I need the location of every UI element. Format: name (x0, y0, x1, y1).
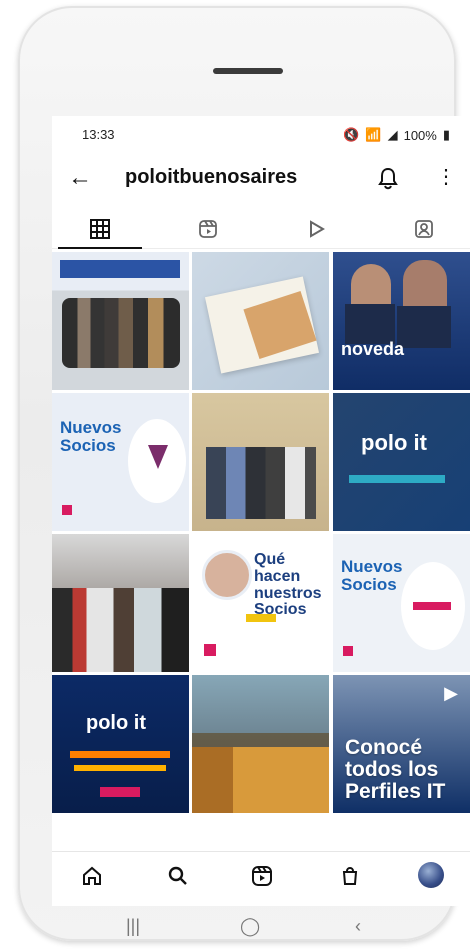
post-tile[interactable] (192, 393, 329, 531)
profile-tabs (52, 212, 470, 249)
post-tile[interactable] (52, 252, 189, 390)
profile-username: poloitbuenosaires (125, 166, 298, 188)
profile-avatar[interactable] (418, 862, 444, 888)
post-tile[interactable]: polo it (333, 393, 470, 531)
bottom-navigation (52, 851, 470, 906)
post-tile[interactable]: Nuevos Socios (333, 534, 470, 672)
tab-tagged[interactable] (404, 214, 444, 244)
tab-video[interactable] (296, 214, 336, 244)
shop-icon[interactable] (338, 864, 362, 893)
post-tile[interactable]: Conocé todos los Perfiles IT ▶ (333, 675, 470, 813)
post-tile[interactable]: Nuevos Socios (52, 393, 189, 531)
profile-header: ← poloitbuenosaires ⋮ (52, 156, 470, 200)
post-caption: Conocé todos los Perfiles IT (345, 736, 446, 804)
battery-icon: ▮ (442, 127, 450, 142)
post-caption: Nuevos Socios (60, 418, 122, 455)
home-button-icon[interactable]: ◯ (240, 916, 260, 937)
video-play-icon: ▶ (444, 683, 458, 703)
wifi-icon: 📶 (365, 127, 382, 142)
back-arrow-icon[interactable]: ← (68, 164, 92, 192)
instagram-screen: 13:33 🔇 📶 ◢ 100% ▮ ← poloitbuenosaires ⋮ (52, 116, 470, 906)
tab-reels[interactable] (188, 214, 228, 244)
post-caption: Qué hacen nuestros Socios (254, 551, 322, 619)
recent-apps-icon[interactable]: ||| (126, 916, 140, 937)
more-options-icon[interactable]: ⋮ (436, 164, 456, 189)
search-icon[interactable] (166, 864, 190, 893)
notification-bell-icon[interactable] (377, 166, 399, 195)
phone-speaker (213, 68, 283, 74)
signal-icon: ◢ (387, 127, 398, 142)
post-caption: polo it (361, 430, 427, 455)
tab-grid[interactable] (58, 214, 142, 249)
home-icon[interactable] (80, 864, 104, 893)
post-tile[interactable] (192, 252, 329, 390)
post-caption: polo it (86, 712, 146, 734)
android-navigation-bar: ||| ◯ ‹ (18, 908, 475, 948)
post-tile[interactable]: noveda (333, 252, 470, 390)
status-icons: 🔇 📶 ◢ 100% ▮ (343, 127, 450, 143)
phone-frame: 13:33 🔇 📶 ◢ 100% ▮ ← poloitbuenosaires ⋮ (18, 6, 470, 941)
status-time: 13:33 (82, 127, 115, 142)
mute-icon: 🔇 (343, 127, 360, 142)
post-caption: noveda (341, 339, 405, 359)
post-tile[interactable]: polo it (52, 675, 189, 813)
post-tile[interactable] (52, 534, 189, 672)
post-tile[interactable] (192, 675, 329, 813)
battery-percent: 100% (403, 127, 437, 143)
back-button-icon[interactable]: ‹ (355, 916, 361, 937)
post-tile[interactable]: Qué hacen nuestros Socios (192, 534, 329, 672)
status-bar: 13:33 🔇 📶 ◢ 100% ▮ (52, 116, 470, 152)
post-caption: Nuevos Socios (341, 557, 403, 594)
reels-icon[interactable] (250, 864, 274, 893)
